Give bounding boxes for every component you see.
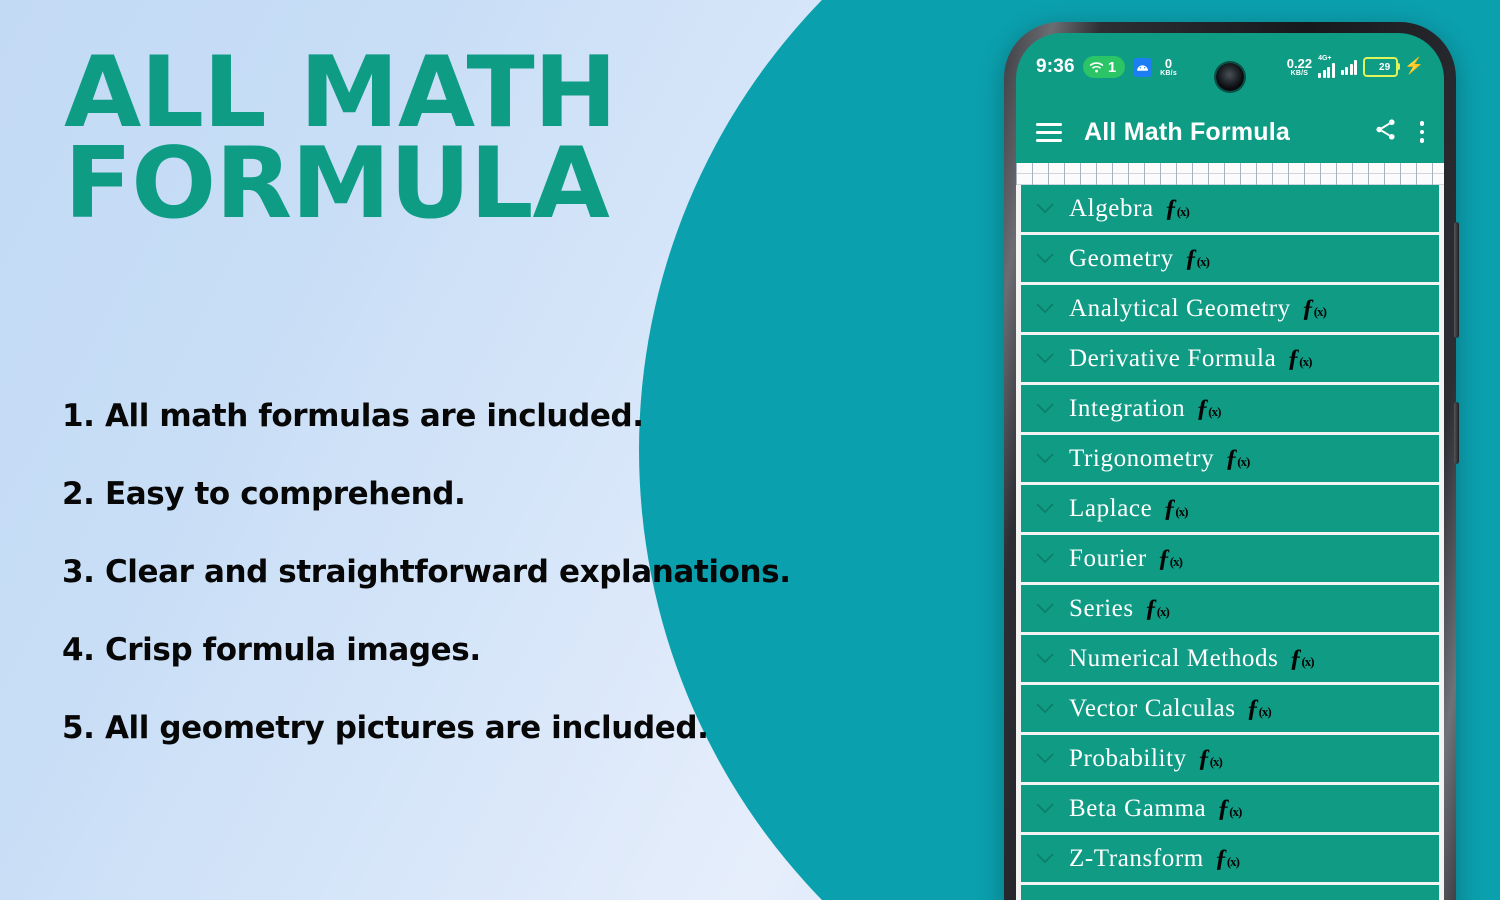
page-title: All Math Formula — [64, 36, 617, 242]
list-item-label: Analytical Geometry — [1069, 294, 1291, 322]
list-item-label: Derivative Formula — [1069, 344, 1277, 372]
network-speed-unit: KB/S — [1290, 70, 1309, 77]
list-item-label: Geometry — [1069, 244, 1174, 272]
f-of-x-icon: ƒ (x) — [1217, 794, 1242, 822]
poster-stage: All Math Formula 1. All math formulas ar… — [0, 0, 1500, 900]
f-of-x-icon: ƒ (x) — [1163, 494, 1188, 522]
status-bar-left: 9:36 1 0 KB/s — [1036, 56, 1177, 78]
signal-indicator-primary: 4G+ — [1318, 55, 1335, 78]
network-speed-indicator: 0.22 KB/S — [1287, 57, 1312, 77]
feature-list: 1. All math formulas are included. 2. Ea… — [62, 398, 942, 788]
signal-bars-icon — [1318, 62, 1335, 78]
list-item[interactable] — [1021, 885, 1439, 900]
f-of-x-icon: ƒ (x) — [1214, 844, 1240, 872]
phone-mockup: 9:36 1 0 KB/s 0.22 KB/S 4G+ 29 ⚡ All Mat… — [1004, 22, 1459, 900]
list-item[interactable]: Geometry ƒ (x) — [1021, 235, 1439, 282]
f-of-x-icon: ƒ (x) — [1164, 194, 1190, 222]
chevron-down-icon[interactable] — [1035, 599, 1055, 619]
chevron-down-icon[interactable] — [1035, 799, 1055, 819]
status-clock: 9:36 — [1036, 56, 1075, 77]
list-item[interactable]: Series ƒ (x) — [1021, 585, 1439, 632]
f-of-x-icon: ƒ (x) — [1157, 544, 1183, 572]
list-item[interactable]: Analytical Geometry ƒ (x) — [1021, 285, 1439, 332]
app-bar: All Math Formula — [1016, 101, 1444, 163]
list-item[interactable]: Algebra ƒ (x) — [1021, 185, 1439, 232]
list-item[interactable]: Z-Transform ƒ (x) — [1021, 835, 1439, 882]
feature-item-4: 4. Crisp formula images. — [62, 632, 481, 668]
status-bar-right: 0.22 KB/S 4G+ 29 ⚡ — [1287, 55, 1424, 78]
f-of-x-icon: ƒ (x) — [1287, 344, 1312, 372]
lightning-bolt-icon: ⚡ — [1404, 58, 1424, 75]
power-button[interactable] — [1454, 402, 1459, 464]
list-item-label: Algebra — [1069, 194, 1154, 222]
list-item[interactable]: Probability ƒ (x) — [1021, 735, 1439, 782]
chevron-down-icon[interactable] — [1035, 199, 1055, 219]
wifi-icon — [1089, 61, 1104, 72]
wifi-client-count: 1 — [1107, 58, 1117, 76]
feature-item-3: 3. Clear and straightforward explanation… — [62, 554, 791, 590]
list-item-label: Series — [1069, 594, 1134, 622]
chevron-down-icon[interactable] — [1035, 649, 1055, 669]
list-item[interactable]: Beta Gamma ƒ (x) — [1021, 785, 1439, 832]
f-of-x-icon: ƒ (x) — [1225, 444, 1250, 472]
app-bar-actions — [1373, 117, 1424, 147]
list-item[interactable]: Fourier ƒ (x) — [1021, 535, 1439, 582]
chevron-down-icon[interactable] — [1035, 849, 1055, 869]
chevron-down-icon[interactable] — [1035, 349, 1055, 369]
list-item[interactable]: Integration ƒ (x) — [1021, 385, 1439, 432]
chevron-down-icon[interactable] — [1035, 499, 1055, 519]
list-item-label: Vector Calculas — [1069, 694, 1236, 722]
f-of-x-icon: ƒ (x) — [1301, 294, 1327, 322]
network-speed-value: 0.22 — [1286, 56, 1313, 71]
list-item-label: Z-Transform — [1069, 844, 1204, 872]
list-item[interactable]: Numerical Methods ƒ (x) — [1021, 635, 1439, 682]
list-item[interactable]: Vector Calculas ƒ (x) — [1021, 685, 1439, 732]
hamburger-menu-icon[interactable] — [1036, 122, 1062, 142]
list-item-label: Integration — [1069, 394, 1186, 422]
graph-paper-backdrop — [1016, 163, 1444, 185]
formula-category-list[interactable]: Algebra ƒ (x) Geometry ƒ (x) Analytical Ge… — [1016, 163, 1444, 900]
volume-button[interactable] — [1454, 222, 1459, 338]
f-of-x-icon: ƒ (x) — [1196, 394, 1221, 422]
signal-bars-icon-secondary — [1340, 59, 1358, 75]
chevron-down-icon[interactable] — [1035, 449, 1055, 469]
list-item-label: Fourier — [1069, 544, 1147, 572]
chevron-down-icon[interactable] — [1035, 749, 1055, 769]
feature-item-1: 1. All math formulas are included. — [62, 398, 644, 434]
chevron-down-icon[interactable] — [1035, 399, 1055, 419]
f-of-x-icon: ƒ (x) — [1246, 694, 1272, 722]
chevron-down-icon[interactable] — [1035, 249, 1055, 269]
list-item-label: Trigonometry — [1069, 444, 1215, 472]
chevron-down-icon[interactable] — [1035, 699, 1055, 719]
battery-level-label: 29 — [1379, 61, 1391, 73]
phone-screen: 9:36 1 0 KB/s 0.22 KB/S 4G+ 29 ⚡ All Mat… — [1016, 33, 1444, 900]
list-item-label: Probability — [1069, 744, 1187, 772]
battery-indicator: 29 — [1363, 57, 1401, 77]
share-icon[interactable] — [1373, 117, 1398, 147]
list-item-label: Numerical Methods — [1069, 644, 1279, 672]
network-type-label: 4G+ — [1318, 55, 1332, 62]
feature-item-2: 2. Easy to comprehend. — [62, 476, 466, 512]
list-item[interactable]: Laplace ƒ (x) — [1021, 485, 1439, 532]
data-usage-indicator: 0 KB/s — [1160, 57, 1177, 77]
f-of-x-icon: ƒ (x) — [1289, 644, 1314, 672]
list-item-label: Laplace — [1069, 494, 1153, 522]
app-bar-title: All Math Formula — [1084, 117, 1290, 146]
data-usage-unit: KB/s — [1160, 70, 1177, 77]
f-of-x-icon: ƒ (x) — [1197, 744, 1223, 772]
front-camera-punch-hole — [1216, 63, 1244, 91]
android-icon — [1133, 57, 1153, 77]
f-of-x-icon: ƒ (x) — [1144, 594, 1170, 622]
chevron-down-icon[interactable] — [1035, 299, 1055, 319]
feature-item-5: 5. All geometry pictures are included. — [62, 710, 709, 746]
chevron-down-icon[interactable] — [1035, 549, 1055, 569]
list-item[interactable]: Derivative Formula ƒ (x) — [1021, 335, 1439, 382]
wifi-hotspot-indicator: 1 — [1082, 56, 1126, 78]
more-vertical-icon[interactable] — [1419, 121, 1424, 143]
list-item-label: Beta Gamma — [1069, 794, 1207, 822]
data-usage-value: 0 — [1164, 56, 1173, 71]
list-item[interactable]: Trigonometry ƒ (x) — [1021, 435, 1439, 482]
f-of-x-icon: ƒ (x) — [1184, 244, 1210, 272]
